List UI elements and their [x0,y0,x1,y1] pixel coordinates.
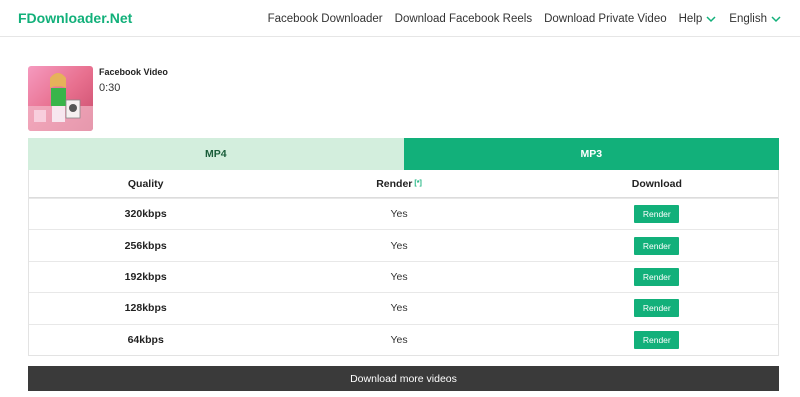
table-row: 256kbps Yes Render [29,229,778,260]
table-row: 64kbps Yes Render [29,323,778,355]
render-cell: Yes [390,333,408,346]
render-note-link[interactable]: [*] [414,180,421,187]
column-header-render: Render [*] [262,170,535,197]
nav-download-private-video[interactable]: Download Private Video [544,13,667,25]
table-row: 128kbps Yes Render [29,292,778,323]
nav-label: Help [678,12,703,25]
nav-label: Download Private Video [544,12,667,25]
render-button[interactable]: Render [634,330,680,349]
render-button[interactable]: Render [634,236,680,255]
download-cell: Render [536,199,778,229]
column-header-quality: Quality [127,177,164,190]
nav-label: English [729,12,767,25]
render-cell: Yes [390,302,408,315]
render-button[interactable]: Render [634,205,680,224]
download-cell: Render [536,293,778,323]
quality-cell: 192kbps [124,270,167,283]
chevron-down-icon [770,14,782,24]
render-button[interactable]: Render [634,299,680,318]
download-table: Quality Render [*] Download 320kbps Yes R… [28,170,779,356]
table-row: 320kbps Yes Render [29,198,778,229]
nav-label: Facebook Downloader [267,12,383,25]
chevron-down-icon [705,14,717,24]
nav-download-facebook-reels[interactable]: Download Facebook Reels [395,13,532,25]
main-nav: Facebook Downloader Download Facebook Re… [268,0,782,37]
download-more-videos-button[interactable]: Download more videos [28,366,779,391]
column-header-render-label: Render [376,177,413,190]
table-header-row: Quality Render [*] Download [29,170,778,198]
site-header: FDownloader.Net Facebook Downloader Down… [0,0,800,37]
nav-language-dropdown[interactable]: English [729,13,782,25]
download-cell: Render [536,325,778,355]
video-title: Facebook Video [99,67,168,77]
download-cell: Render [536,262,778,292]
render-button[interactable]: Render [634,267,680,286]
video-thumbnail [28,66,93,131]
quality-cell: 256kbps [124,239,167,252]
table-row: 192kbps Yes Render [29,260,778,292]
render-cell: Yes [390,208,408,221]
tab-mp4[interactable]: MP4 [28,138,404,170]
render-cell: Yes [390,270,408,283]
nav-label: Download Facebook Reels [394,12,533,25]
nav-help-dropdown[interactable]: Help [679,13,718,25]
column-header-download: Download [631,177,682,190]
nav-facebook-downloader[interactable]: Facebook Downloader [268,13,383,25]
video-duration: 0:30 [99,82,121,94]
quality-cell: 320kbps [124,208,167,221]
site-logo[interactable]: FDownloader.Net [18,10,132,26]
render-cell: Yes [390,239,408,252]
quality-cell: 64kbps [127,333,164,346]
download-cell: Render [536,230,778,260]
tab-mp3[interactable]: MP3 [403,138,779,170]
quality-cell: 128kbps [124,302,167,315]
format-tabs: MP4 MP3 [28,138,779,170]
